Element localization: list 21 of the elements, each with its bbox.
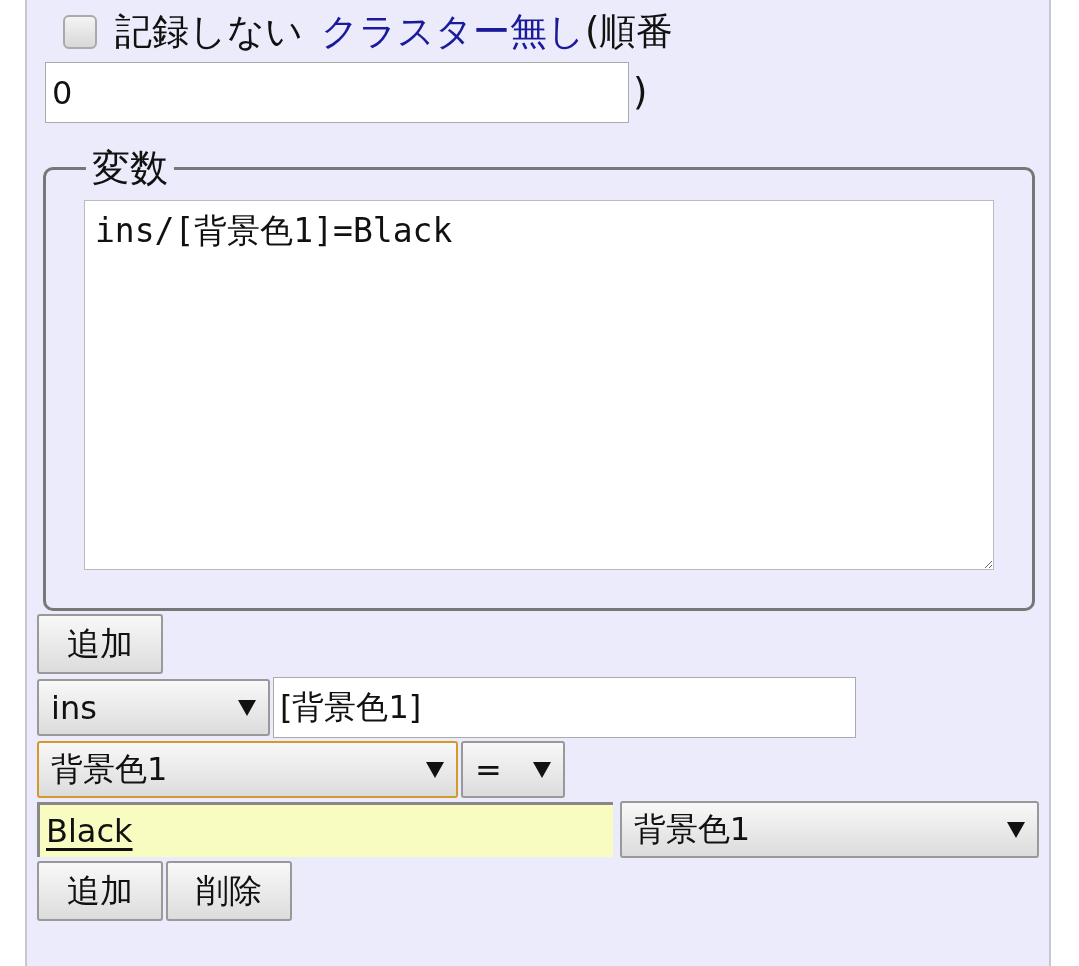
caret-icon (533, 761, 551, 778)
link[interactable]: クラスター無し (321, 7, 585, 57)
label-text: (順番 (585, 9, 674, 55)
group-legend: 変数 (86, 143, 174, 194)
dropdown[interactable]: 背景色1 (37, 741, 458, 798)
delete-button[interactable]: 削除 (166, 861, 292, 921)
input-field[interactable]: [背景色1] (273, 677, 856, 738)
caret-icon (426, 761, 444, 778)
checkbox-label: 記録しない (115, 9, 303, 55)
checkbox[interactable] (63, 15, 97, 49)
caret-icon (1007, 821, 1025, 838)
add-button[interactable]: 追加 (37, 614, 163, 674)
dropdown[interactable]: 背景色1 (619, 801, 1039, 858)
text-area[interactable]: ins/[背景色1]=Black (84, 200, 994, 570)
dropdown[interactable]: = (461, 741, 565, 798)
label-text: ) (633, 71, 648, 114)
input-field[interactable]: 0 (45, 62, 629, 123)
caret-icon (238, 699, 256, 716)
input-field[interactable]: Black (37, 802, 613, 857)
add-button[interactable]: 追加 (37, 861, 163, 921)
dropdown[interactable]: ins (37, 679, 270, 736)
